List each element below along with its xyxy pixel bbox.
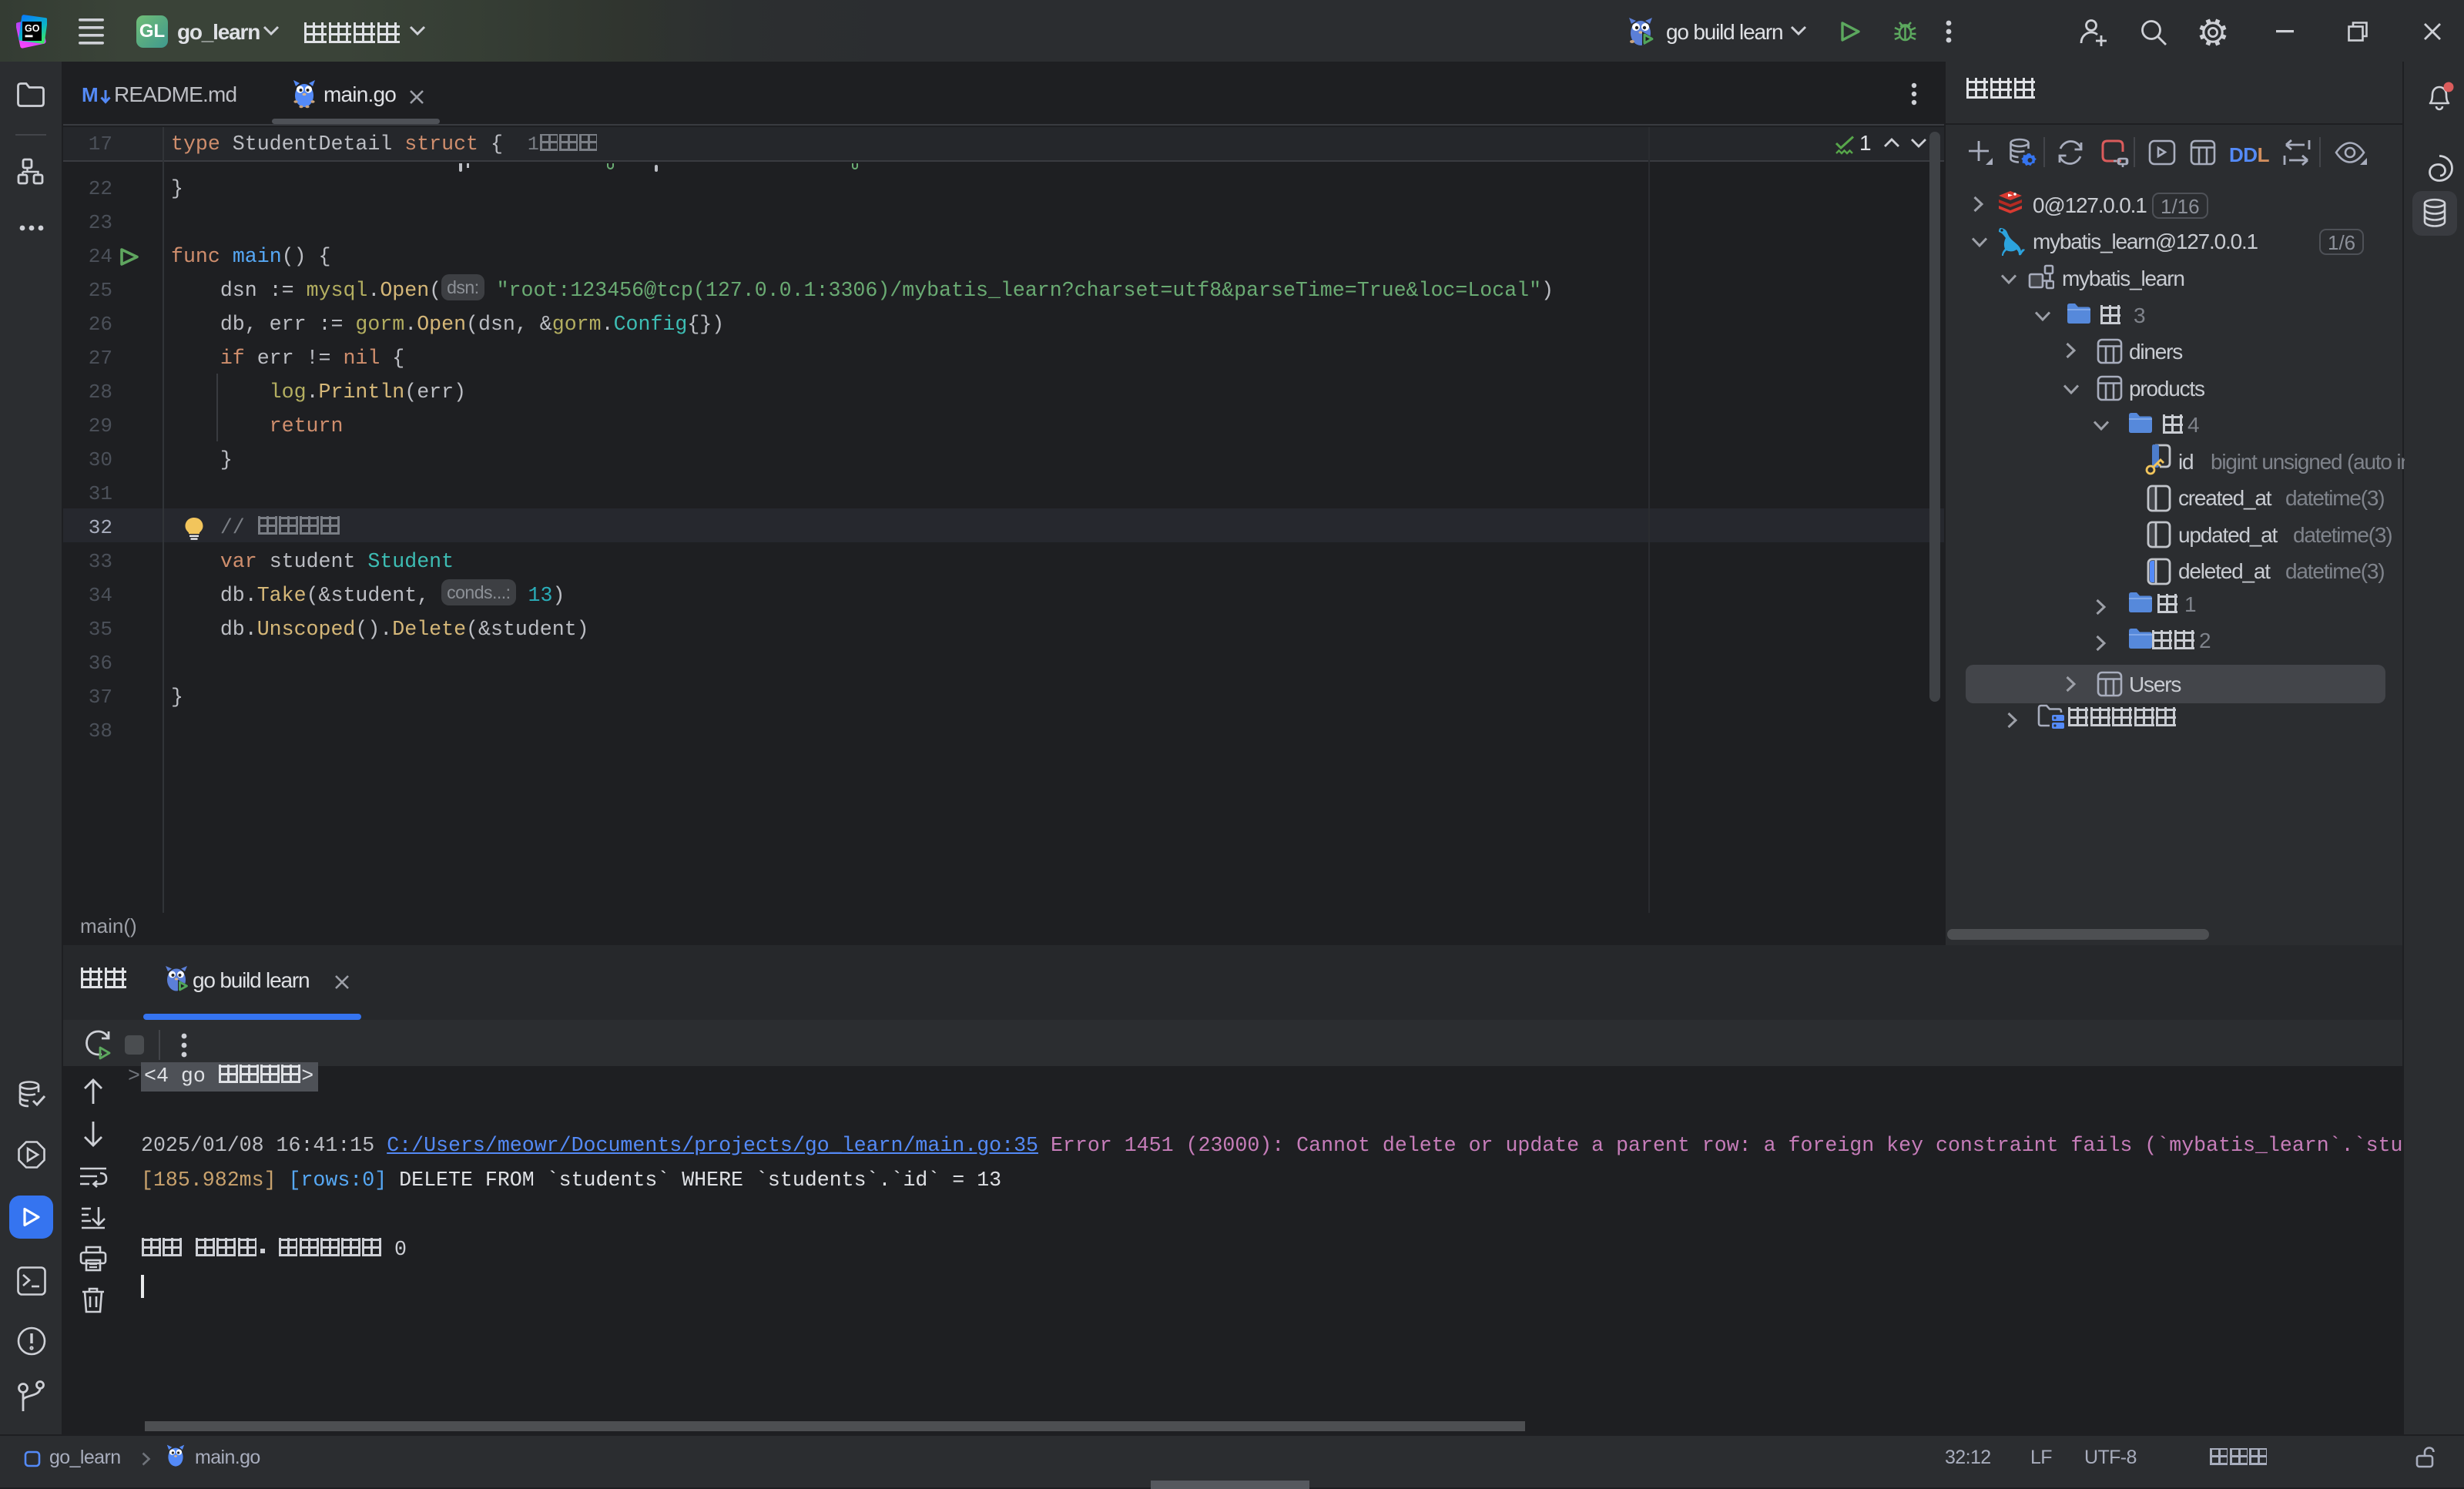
svg-text:GO: GO: [25, 23, 40, 34]
